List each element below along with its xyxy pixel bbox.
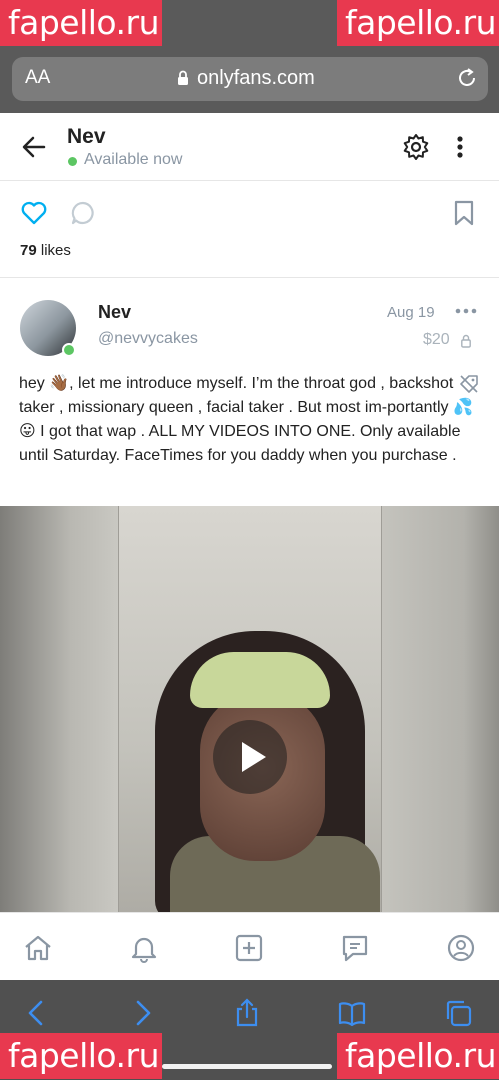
bookmark-icon[interactable] [452, 200, 476, 226]
post-text: hey 👋🏾, let me introduce myself. I’m the… [19, 375, 473, 464]
bell-icon[interactable] [129, 933, 159, 963]
header-name: Nev [67, 125, 106, 148]
profile-header: Nev Available now [0, 113, 499, 181]
reload-icon[interactable] [456, 67, 478, 89]
post-author-name[interactable]: Nev [98, 302, 131, 323]
watermark-top-left: fapello.ru [0, 0, 162, 46]
forward-icon[interactable] [127, 998, 157, 1028]
home-indicator[interactable] [162, 1064, 332, 1069]
address-bar[interactable]: AA onlyfans.com [12, 57, 488, 101]
availability-status: Available now [84, 151, 183, 168]
messages-icon[interactable] [340, 933, 370, 963]
post-author-handle[interactable]: @nevvycakes [98, 330, 198, 348]
post-date: Aug 19 [387, 304, 435, 321]
watermark-bottom-left: fapello.ru [0, 1033, 162, 1079]
online-dot-icon [68, 157, 77, 166]
tabs-icon[interactable] [443, 998, 473, 1028]
post-video-thumbnail[interactable] [0, 506, 499, 912]
gear-icon[interactable] [402, 133, 430, 161]
online-indicator-icon [62, 343, 76, 357]
more-vertical-icon[interactable] [455, 133, 465, 161]
profile-icon[interactable] [446, 933, 476, 963]
background-wall-right [382, 506, 499, 912]
app-bottom-nav [0, 912, 499, 980]
bookmarks-icon[interactable] [337, 998, 367, 1028]
likes-count: 79 likes [20, 242, 71, 259]
post-actions: 79 likes [0, 182, 499, 278]
subject-headband [190, 652, 330, 708]
heart-icon[interactable] [20, 199, 48, 227]
add-post-icon[interactable] [234, 933, 264, 963]
url-text: onlyfans.com [197, 67, 315, 89]
home-icon[interactable] [23, 933, 53, 963]
watermark-top-right: fapello.ru [337, 0, 499, 46]
likes-label: likes [40, 242, 71, 259]
play-icon[interactable] [213, 720, 287, 794]
lock-icon [178, 70, 188, 85]
lock-icon [461, 334, 471, 348]
back-arrow-icon[interactable] [20, 133, 48, 161]
watermark-bottom-right: fapello.ru [337, 1033, 499, 1079]
share-icon[interactable] [232, 998, 262, 1028]
more-horizontal-icon[interactable] [455, 306, 477, 316]
background-wall [0, 506, 118, 912]
back-icon[interactable] [22, 998, 52, 1028]
likes-number: 79 [20, 242, 37, 259]
comment-icon[interactable] [70, 200, 96, 226]
text-size-button[interactable]: AA [25, 67, 50, 89]
post-price: $20 [423, 331, 450, 348]
